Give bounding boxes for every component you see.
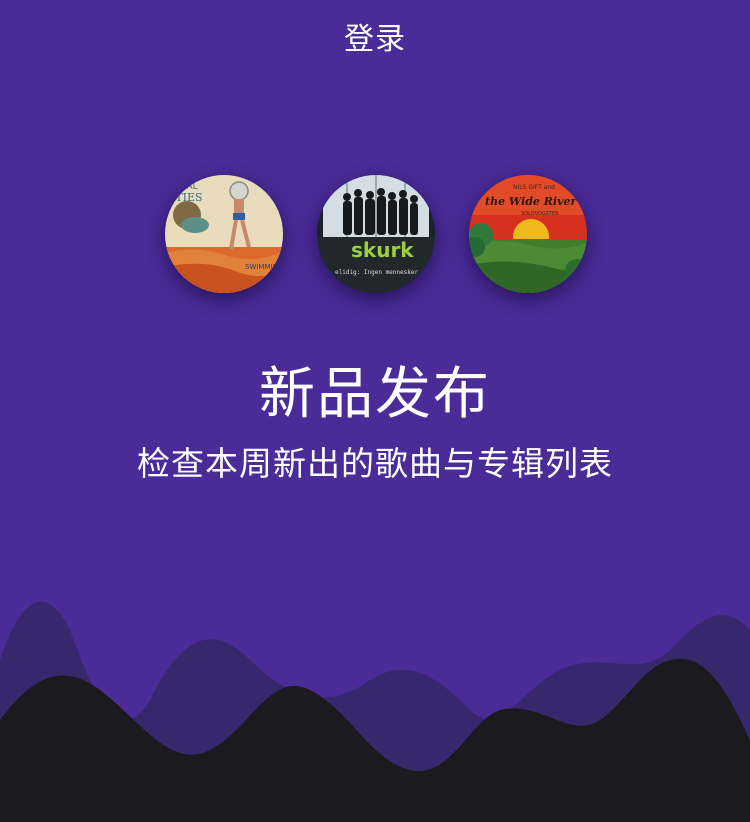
- welcome-screen: 登录 ITAL ITIES SWIMMIN skurk elidig: Inge…: [0, 0, 750, 822]
- featured-albums: ITAL ITIES SWIMMIN skurk elidig: Ingen m…: [0, 175, 750, 295]
- hero-subtitle: 检查本周新出的歌曲与专辑列表: [137, 444, 613, 483]
- album-cover-3-subtitle: SOLOVOGSTER: [521, 211, 559, 217]
- album-cover-3-art: NILS GIFT and the Wide River SOLOVOGSTER: [469, 175, 587, 293]
- album-cover-1-text: SWIMMIN: [245, 263, 278, 271]
- album-cover-2[interactable]: skurk elidig: Ingen mennesker: [317, 175, 435, 293]
- album-cover-1-title-line-2: ITIES: [171, 191, 203, 204]
- album-cover-1-art: ITAL ITIES SWIMMIN: [165, 175, 283, 293]
- hero-title: 新品发布: [259, 362, 491, 427]
- album-cover-2-title: skurk: [351, 238, 414, 262]
- album-cover-3-artist: NILS GIFT and: [513, 184, 555, 191]
- album-cover-2-tagline: elidig: Ingen mennesker: [335, 269, 418, 276]
- album-cover-2-art: skurk elidig: Ingen mennesker: [317, 175, 435, 293]
- login-link[interactable]: 登录: [0, 18, 750, 62]
- wave-decoration: [0, 560, 750, 822]
- album-cover-1[interactable]: ITAL ITIES SWIMMIN: [165, 175, 283, 293]
- album-cover-3-title: the Wide River: [485, 195, 577, 208]
- album-cover-3[interactable]: NILS GIFT and the Wide River SOLOVOGSTER: [469, 175, 587, 293]
